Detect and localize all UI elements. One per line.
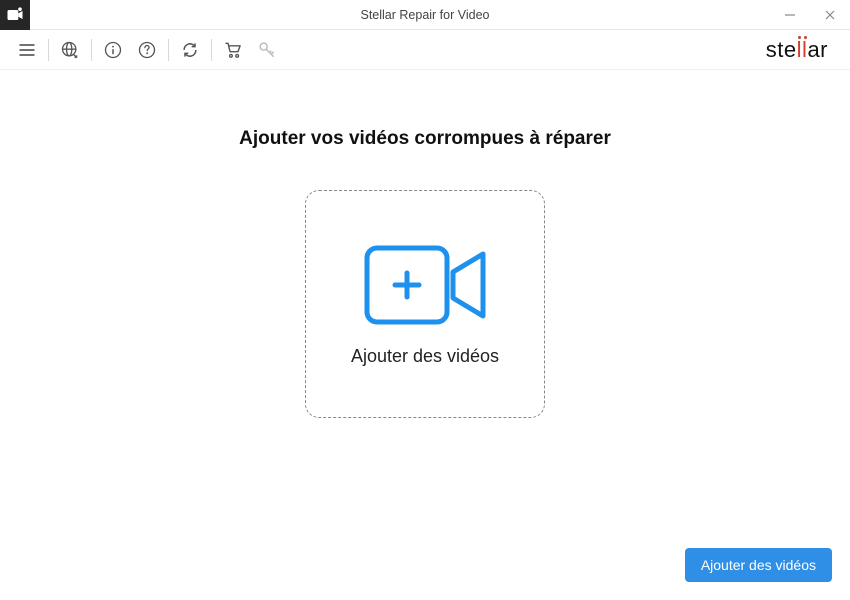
brand-logo: stellar xyxy=(766,37,840,63)
buy-button[interactable] xyxy=(216,33,250,67)
key-icon xyxy=(257,40,277,60)
cart-icon xyxy=(223,40,243,60)
brand-text-post: ar xyxy=(807,37,828,63)
dropzone-label: Ajouter des vidéos xyxy=(351,346,499,367)
info-button[interactable] xyxy=(96,33,130,67)
window-controls xyxy=(770,0,850,30)
language-button[interactable] xyxy=(53,33,87,67)
activate-button[interactable] xyxy=(250,33,284,67)
add-videos-dropzone[interactable]: Ajouter des vidéos xyxy=(305,190,545,418)
toolbar-separator xyxy=(211,39,212,61)
menu-button[interactable] xyxy=(10,33,44,67)
main-content: Ajouter vos vidéos corrompues à réparer … xyxy=(0,70,850,548)
brand-text-mid: ll xyxy=(797,37,808,63)
toolbar-separator xyxy=(91,39,92,61)
update-button[interactable] xyxy=(173,33,207,67)
help-button[interactable] xyxy=(130,33,164,67)
brand-text-pre: ste xyxy=(766,37,797,63)
add-videos-button[interactable]: Ajouter des vidéos xyxy=(685,548,832,582)
info-icon xyxy=(103,40,123,60)
titlebar: Stellar Repair for Video xyxy=(0,0,850,30)
toolbar: stellar xyxy=(0,30,850,70)
help-icon xyxy=(137,40,157,60)
minimize-button[interactable] xyxy=(770,0,810,30)
globe-icon xyxy=(60,40,80,60)
hamburger-icon xyxy=(17,40,37,60)
window-title: Stellar Repair for Video xyxy=(0,8,850,22)
refresh-icon xyxy=(180,40,200,60)
page-headline: Ajouter vos vidéos corrompues à réparer xyxy=(239,128,611,150)
app-logo-icon xyxy=(0,0,30,30)
toolbar-separator xyxy=(48,39,49,61)
footer: Ajouter des vidéos xyxy=(0,548,850,600)
toolbar-separator xyxy=(168,39,169,61)
video-add-icon xyxy=(361,242,489,328)
close-button[interactable] xyxy=(810,0,850,30)
